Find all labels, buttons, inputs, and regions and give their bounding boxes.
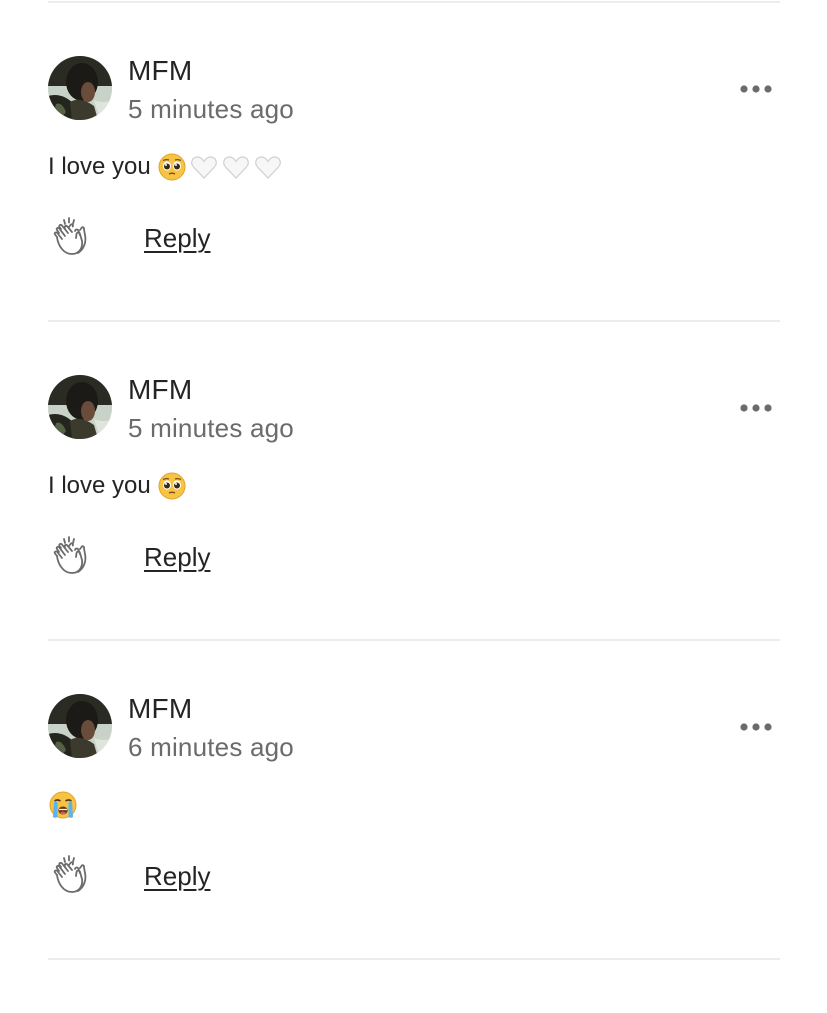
clap-icon[interactable] <box>50 535 94 579</box>
comment-timestamp: 5 minutes ago <box>128 94 294 124</box>
comment-body: I love you <box>48 152 283 182</box>
more-options-icon[interactable] <box>738 720 774 734</box>
avatar[interactable] <box>48 694 112 758</box>
white-heart-icon <box>253 152 283 182</box>
comment-timestamp: 6 minutes ago <box>128 732 294 762</box>
white-heart-icon <box>221 152 251 182</box>
avatar[interactable] <box>48 56 112 120</box>
clap-icon[interactable] <box>50 854 94 898</box>
divider <box>48 958 780 960</box>
more-options-icon[interactable] <box>738 401 774 415</box>
reply-button[interactable]: Reply <box>144 222 210 254</box>
comment-text: I love you <box>48 153 151 180</box>
emoji-group <box>48 790 78 820</box>
comment-body: I love you <box>48 471 187 501</box>
pleading-face-icon <box>157 152 187 182</box>
divider <box>48 320 780 322</box>
avatar[interactable] <box>48 375 112 439</box>
comment-author[interactable]: MFM <box>128 54 192 88</box>
divider <box>48 639 780 641</box>
white-heart-icon <box>189 152 219 182</box>
pleading-face-icon <box>157 471 187 501</box>
comment-timestamp: 5 minutes ago <box>128 413 294 443</box>
comment-author[interactable]: MFM <box>128 373 192 407</box>
comment: MFM 6 minutes ago Reply <box>0 692 827 1013</box>
clap-icon[interactable] <box>50 216 94 260</box>
loudly-crying-face-icon <box>48 790 78 820</box>
reply-button[interactable]: Reply <box>144 541 210 573</box>
comment-text: I love you <box>48 472 151 499</box>
comment-body <box>48 790 78 820</box>
emoji-group <box>157 471 187 501</box>
emoji-group <box>157 152 283 182</box>
divider <box>48 1 780 3</box>
comment-author[interactable]: MFM <box>128 692 192 726</box>
more-options-icon[interactable] <box>738 82 774 96</box>
reply-button[interactable]: Reply <box>144 860 210 892</box>
comment: MFM 5 minutes ago I love you Reply <box>0 54 827 375</box>
comment: MFM 5 minutes ago I love you Reply <box>0 373 827 694</box>
